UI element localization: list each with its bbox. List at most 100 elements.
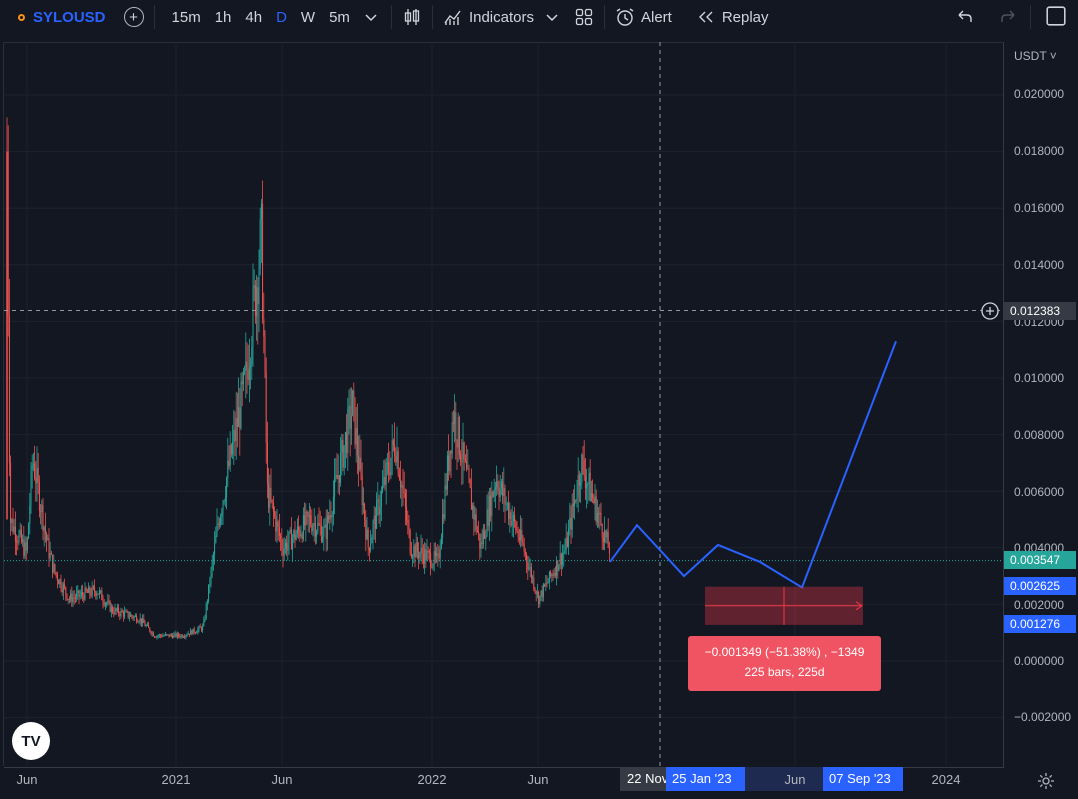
gear-icon[interactable] [1036,771,1056,791]
candle-body [416,542,418,552]
candle-body [439,548,441,559]
candle-body [420,547,422,553]
crosshair-price-label: 0.012383 [1004,302,1076,320]
candle-body [422,554,424,564]
candle-body [199,626,201,628]
candle-body [479,533,481,549]
tradingview-logo[interactable]: TV [12,722,50,760]
candle-body [600,512,602,525]
candle-body [523,544,525,552]
candle-body [169,634,171,637]
candle-body [238,407,240,427]
candle-body [401,485,403,488]
candle-body [68,598,70,600]
candle-body [70,593,72,600]
candle-body [204,618,206,621]
candle-body [522,541,524,545]
range-bottom-price-label: 0.001276 [1004,615,1076,633]
price-tick: 0.018000 [1014,144,1065,158]
candle-body [588,472,590,484]
candle-body [221,512,223,517]
candle-body [404,493,406,507]
candle-body [289,529,291,532]
candle-body [190,630,192,635]
price-chart[interactable] [0,0,1078,798]
candle-body [524,551,526,555]
candle-body [372,523,374,538]
candle-body [60,579,62,589]
candle-body [409,530,411,554]
candle-body [216,524,218,536]
candle-body [598,513,600,515]
candle-body [332,496,334,516]
candle-body [301,534,303,539]
candle-body [218,523,220,525]
candle-body [179,635,181,638]
candle-body [46,533,48,541]
candle-body [367,529,369,548]
candle-body [18,534,20,543]
candle-body [76,593,78,598]
candle-body [514,515,516,522]
candle-body [137,621,139,623]
candle-body [563,551,565,555]
candle-body [37,467,39,483]
candle-body [329,514,331,520]
currency-selector[interactable]: USDT ˅ [1014,49,1057,63]
candle-body [42,504,44,531]
candle-body [222,501,224,513]
candle-body [431,567,433,569]
price-tick: 0.002000 [1014,598,1065,612]
candle-body [16,541,18,543]
candle-body [341,439,343,453]
candle-body [515,521,517,531]
candle-body [391,440,393,458]
candle-body [263,319,265,337]
candle-body [22,539,24,542]
candle-body [361,475,363,505]
candle-body [451,422,453,454]
candle-body [184,636,186,638]
time-tick: Jun [784,772,806,787]
candle-body [202,625,204,631]
candle-body [295,534,297,540]
candle-body [497,481,499,491]
candle-body [160,634,162,636]
candle-body [66,593,68,600]
candle-body [468,468,470,480]
measure-range[interactable] [705,586,863,625]
candle-body [191,630,193,635]
candle-body [331,515,333,518]
candle-body [211,561,213,570]
candle-body [562,554,564,565]
candle-body [272,502,274,512]
candle-body [215,535,217,543]
candle-body [384,477,386,485]
measure-bars-text: 225 bars, 225d [744,665,825,679]
candle-body [475,514,477,531]
candle-body [462,442,464,463]
candle-body [138,621,140,623]
candle-body [415,542,417,558]
candle-body [504,487,506,505]
candle-body [318,522,320,525]
candle-body [582,454,584,460]
candle-body [529,567,531,569]
candle-body [310,515,312,524]
candle-body [17,541,19,543]
candle-body [139,618,141,622]
candle-body [150,631,152,634]
candle-body [290,529,292,550]
candle-body [86,591,88,593]
price-tick: 0.010000 [1014,371,1065,385]
candle-body [269,487,271,508]
candle-body [49,553,51,559]
crosshair-add-button[interactable] [981,302,999,320]
candle-body [503,487,505,496]
candle-body [298,526,300,531]
candle-body [248,367,250,380]
candle-body [312,526,314,532]
candle-body [161,635,163,637]
candle-body [90,593,92,596]
candle-body [97,593,99,595]
